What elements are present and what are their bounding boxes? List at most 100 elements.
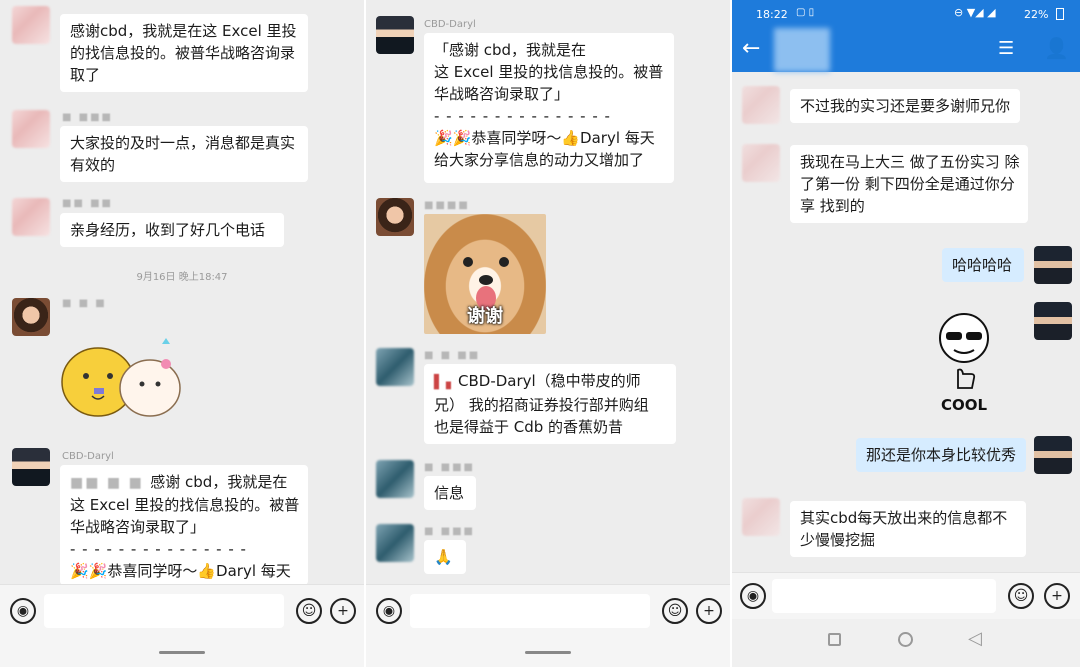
sender-name: CBD-Daryl <box>424 19 476 30</box>
message-bubble[interactable]: 大家投的及时一点，消息都是真实 有效的 <box>60 126 308 182</box>
avatar[interactable] <box>376 524 414 562</box>
input-bar: ◉ ☺ + <box>0 584 364 637</box>
battery-level: 22% <box>1024 8 1049 21</box>
notification-icon: ▢ ▯ <box>796 7 815 18</box>
redacted-text: ■■ ■ ■ <box>70 475 151 491</box>
home-pill-icon[interactable] <box>159 651 205 654</box>
own-avatar[interactable] <box>1034 246 1072 284</box>
avatar[interactable] <box>12 6 50 44</box>
status-bar: 18:22 ▢ ▯ ⊖ ▼◢ ◢ 22% <box>732 0 1080 28</box>
message-text: 「感谢 cbd，我就是在 <box>434 41 587 59</box>
message-text: - - - - - - - - - - - - - - - <box>434 107 611 125</box>
message-text: 信息 <box>434 484 465 502</box>
own-avatar[interactable] <box>1034 302 1072 340</box>
message-text: 感谢cbd，我就是在这 Excel 里投 <box>70 22 297 40</box>
avatar[interactable] <box>742 498 780 536</box>
voice-icon[interactable]: ◉ <box>740 583 766 609</box>
avatar[interactable] <box>376 16 414 54</box>
avatar[interactable] <box>376 348 414 386</box>
avatar[interactable] <box>12 110 50 148</box>
plus-icon[interactable]: + <box>330 598 356 624</box>
back-arrow-icon[interactable]: ← <box>742 36 760 61</box>
message-text: 的找信息投的。被普华战略咨询录 <box>70 44 296 62</box>
message-bubble[interactable]: 信息 <box>424 476 476 510</box>
sticker-caption: 谢谢 <box>467 306 503 327</box>
message-bubble[interactable]: 感谢cbd，我就是在这 Excel 里投 的找信息投的。被普华战略咨询录 取了 <box>60 14 308 92</box>
avatar[interactable] <box>376 460 414 498</box>
voice-icon[interactable]: ◉ <box>376 598 402 624</box>
sticker-dog[interactable]: 谢谢 <box>424 214 546 334</box>
message-text: - - - - - - - - - - - - - - - <box>70 540 247 558</box>
message-bubble[interactable]: ■■ ■ ■ 感谢 cbd，我就是在 这 Excel 里投的找信息投的。被普 华… <box>60 465 308 585</box>
sender-name: ■■■■ <box>424 200 470 211</box>
message-bubble[interactable]: 「感谢 cbd，我就是在 这 Excel 里投的找信息投的。被普 华战略咨询录取… <box>424 33 674 183</box>
gesture-bar <box>0 637 364 667</box>
message-text: CBD-Daryl（稳中带皮的师 <box>458 372 641 390</box>
back-icon[interactable]: ◁ <box>968 628 982 649</box>
sender-name: ■■ ■■ <box>62 198 113 209</box>
chat-panel-middle: CBD-Daryl 「感谢 cbd，我就是在 这 Excel 里投的找信息投的。… <box>366 0 730 667</box>
plus-icon[interactable]: + <box>1044 583 1070 609</box>
avatar[interactable] <box>12 298 50 336</box>
own-avatar[interactable] <box>1034 436 1072 474</box>
status-time: 18:22 <box>756 8 788 21</box>
redacted-text: ▌▖ <box>434 375 458 390</box>
message-text: 华战略咨询录取了」 <box>70 518 206 536</box>
title-bar: ← ☰ 👤 <box>732 28 1080 72</box>
sender-name: ■ ■ ■ <box>62 298 107 309</box>
emoji-icon[interactable]: ☺ <box>662 598 688 624</box>
message-text: 🎉🎉恭喜同学呀～👍Daryl 每天 <box>434 129 655 147</box>
message-bubble[interactable]: 我现在马上大三 做了五份实习 除 了第一份 剩下四份全是通过你分 享 找到的 <box>790 145 1028 223</box>
sender-name: ■ ■■■ <box>62 112 113 123</box>
menu-list-icon[interactable]: ☰ <box>998 38 1014 59</box>
message-text: 大家投的及时一点，消息都是真实 <box>70 134 296 152</box>
sender-name: CBD-Daryl <box>62 451 114 462</box>
home-icon[interactable] <box>898 632 913 647</box>
message-bubble[interactable]: 不过我的实习还是要多谢师兄你 <box>790 89 1020 123</box>
praying-hands-icon: 🙏 <box>434 548 453 566</box>
message-text: 取了 <box>70 66 101 84</box>
plus-icon[interactable]: + <box>696 598 722 624</box>
message-bubble[interactable]: 🙏 <box>424 540 466 574</box>
input-bar: ◉ ☺ + <box>732 572 1080 619</box>
chat-panel-right: 18:22 ▢ ▯ ⊖ ▼◢ ◢ 22% ← ☰ 👤 不过我的实习还是要多谢师兄… <box>732 0 1080 667</box>
sticker-cool[interactable]: COOL <box>932 308 1002 418</box>
message-bubble[interactable]: 其实cbd每天放出来的信息都不 少慢慢挖掘 <box>790 501 1026 557</box>
own-message-bubble[interactable]: 那还是你本身比较优秀 <box>856 438 1026 472</box>
message-text: 给大家分享信息的动力又增加了 <box>434 151 645 169</box>
sticker-caption: COOL <box>941 396 988 414</box>
message-text: 亲身经历，收到了好几个电话 <box>70 221 266 239</box>
home-pill-icon[interactable] <box>525 651 571 654</box>
system-nav-bar: ◁ <box>732 619 1080 667</box>
message-text: 有效的 <box>70 156 116 174</box>
message-input[interactable] <box>44 594 284 628</box>
sender-name: ■ ■■■ <box>424 462 475 473</box>
signal-icon: ⊖ ▼◢ ◢ <box>954 6 996 19</box>
avatar[interactable] <box>376 198 414 236</box>
emoji-icon[interactable]: ☺ <box>1008 583 1034 609</box>
message-input[interactable] <box>772 579 996 613</box>
recent-apps-icon[interactable] <box>828 633 841 646</box>
battery-icon <box>1056 8 1064 20</box>
profile-icon[interactable]: 👤 <box>1044 36 1069 60</box>
avatar[interactable] <box>742 86 780 124</box>
message-text: 这 Excel 里投的找信息投的。被普 <box>70 496 300 514</box>
gesture-bar <box>366 637 730 667</box>
own-message-bubble[interactable]: 哈哈哈哈 <box>942 248 1024 282</box>
input-bar: ◉ ☺ + <box>366 584 730 637</box>
avatar[interactable] <box>12 448 50 486</box>
avatar[interactable] <box>12 198 50 236</box>
message-bubble[interactable]: ▌▖CBD-Daryl（稳中带皮的师 兄） 我的招商证券投行部并购组 也是得益于… <box>424 364 676 444</box>
message-text: 这 Excel 里投的找信息投的。被普 <box>434 63 664 81</box>
sender-name: ■ ■■■ <box>424 526 475 537</box>
timestamp: 9月16日 晚上18:47 <box>136 272 228 283</box>
sticker-cats[interactable] <box>58 322 188 422</box>
message-text: 我现在马上大三 做了五份实习 除 <box>800 153 1020 171</box>
message-bubble[interactable]: 亲身经历，收到了好几个电话 <box>60 213 284 247</box>
avatar[interactable] <box>742 144 780 182</box>
voice-icon[interactable]: ◉ <box>10 598 36 624</box>
message-input[interactable] <box>410 594 650 628</box>
emoji-icon[interactable]: ☺ <box>296 598 322 624</box>
message-text: 了第一份 剩下四份全是通过你分 <box>800 175 1015 193</box>
message-text: 不过我的实习还是要多谢师兄你 <box>800 97 1011 115</box>
